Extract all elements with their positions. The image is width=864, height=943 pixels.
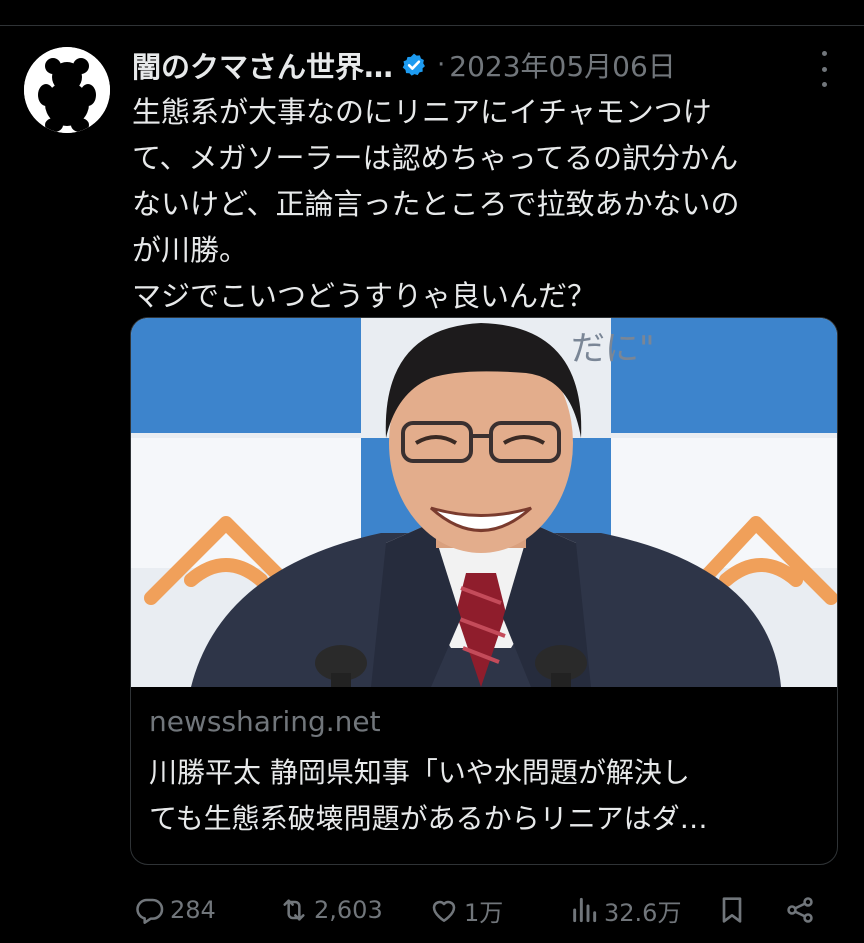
more-options-button[interactable] xyxy=(814,51,834,87)
more-dot-icon xyxy=(821,66,827,72)
more-dot-icon xyxy=(821,82,827,87)
card-title-line: ても生態系破壊問題があるからリニアはダ… xyxy=(149,802,708,835)
tweet-text-line: が川勝。 xyxy=(132,233,249,267)
backdrop-text: だに" xyxy=(571,329,655,369)
card-domain[interactable]: newssharing.net xyxy=(149,702,819,742)
retweet-button[interactable]: 2,603 xyxy=(278,887,383,933)
retweet-count: 2,603 xyxy=(314,896,383,924)
tweet-text-line: 生態系が大事なのにリニアにイチャモンつけ xyxy=(132,95,712,129)
avatar[interactable] xyxy=(24,47,110,133)
tweet-text-line: ないけど、正論言ったところで拉致あかないの xyxy=(132,187,740,221)
views-count: 32.6万 xyxy=(604,898,682,927)
views-button[interactable]: 32.6万 xyxy=(568,887,681,933)
tweet-actions: 284 2,603 1万 32.6万 xyxy=(132,887,832,933)
tweet-text-line: マジでこいつどうすりゃ良いんだ？ xyxy=(132,279,597,313)
more-dot-icon xyxy=(821,51,827,56)
bookmark-icon xyxy=(722,897,742,923)
card-title[interactable]: 川勝平太 静岡県知事「いや水問題が解決し ても生態系破壊問題があるからリニアはダ… xyxy=(149,750,819,842)
card-meta: newssharing.net 川勝平太 静岡県知事「いや水問題が解決し ても生… xyxy=(149,702,819,842)
share-button[interactable] xyxy=(784,887,820,933)
views-chart-icon xyxy=(573,897,597,923)
reply-button[interactable]: 284 xyxy=(134,887,216,933)
link-preview-card[interactable]: だに" newssharing.net 川勝平太 静岡県知事「いや水問題が解決し… xyxy=(130,317,838,865)
tweet[interactable]: 闇のクマさん世界… · 2023年05月06日 生態系が大事なのにリニアにイチャ… xyxy=(0,27,864,943)
reply-icon xyxy=(136,898,164,924)
bear-silhouette-icon xyxy=(24,47,110,133)
previous-tweet-edge: ⌃⌃ xyxy=(0,0,864,26)
verified-badge-icon[interactable] xyxy=(401,52,427,78)
tweet-date[interactable]: 2023年05月06日 xyxy=(449,45,676,85)
reply-count: 284 xyxy=(170,896,216,924)
like-count: 1万 xyxy=(464,898,504,927)
author-display-name[interactable]: 闇のクマさん世界… xyxy=(132,44,393,86)
retweet-icon xyxy=(283,899,305,921)
header-separator: · xyxy=(437,50,446,80)
share-icon[interactable]: ⌃⌃ xyxy=(756,0,784,11)
share-icon xyxy=(787,897,813,923)
news-photo-image: だに" xyxy=(131,318,837,687)
card-title-line: 川勝平太 静岡県知事「いや水問題が解決し xyxy=(149,756,690,789)
like-button[interactable]: 1万 xyxy=(428,887,503,933)
bookmark-button[interactable] xyxy=(716,887,752,933)
tweet-text-line: て、メガソーラーは認めちゃってるの訳分かん xyxy=(132,141,739,175)
tweet-header: 闇のクマさん世界… · 2023年05月06日 xyxy=(132,43,824,87)
heart-icon xyxy=(432,900,456,922)
tweet-text: 生態系が大事なのにリニアにイチャモンつけ て、メガソーラーは認めちゃってるの訳分… xyxy=(132,89,842,319)
